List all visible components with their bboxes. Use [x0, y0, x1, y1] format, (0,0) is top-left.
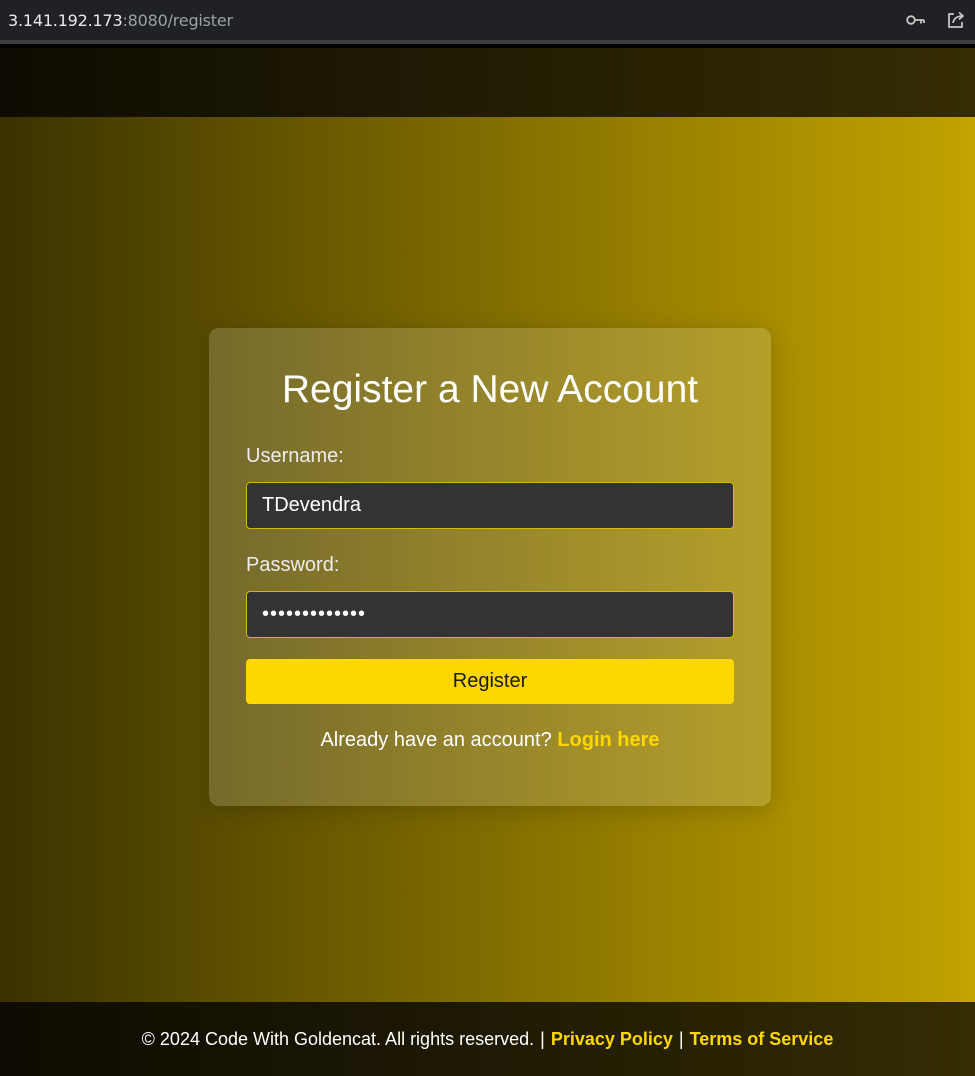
privacy-policy-link[interactable]: Privacy Policy [551, 1029, 673, 1050]
browser-actions [905, 9, 967, 31]
url-path: :8080/register [122, 10, 233, 30]
register-card: Register a New Account Username: TDevend… [209, 328, 771, 806]
password-input[interactable]: ••••••••••••• [246, 591, 734, 638]
footer-separator: | [678, 1028, 684, 1049]
login-prompt-line: Already have an account? Login here [246, 728, 734, 752]
footer-separator: | [540, 1028, 545, 1049]
site-footer: © 2024 Code With Goldencat. All rights r… [0, 1002, 975, 1076]
url-host: 3.141.192.173 [8, 10, 123, 30]
page-title: Register a New Account [281, 368, 699, 411]
browser-address-bar: 3.141.192.173:8080/register [0, 0, 975, 44]
username-input[interactable]: TDevendra [246, 482, 734, 529]
footer-copyright: © 2024 Code With Goldencat. All rights r… [141, 1028, 535, 1049]
login-link[interactable]: Login here [557, 729, 659, 751]
key-icon[interactable] [905, 9, 927, 31]
share-icon[interactable] [945, 9, 967, 31]
terms-of-service-link[interactable]: Terms of Service [690, 1029, 834, 1050]
login-prompt-text: Already have an account? [320, 729, 552, 751]
main-content: Register a New Account Username: TDevend… [0, 117, 975, 1002]
username-label: Username: [246, 445, 344, 467]
url-field[interactable]: 3.141.192.173:8080/register [8, 11, 233, 30]
site-header [0, 48, 975, 117]
password-label: Password: [246, 554, 340, 576]
register-button[interactable]: Register [246, 659, 734, 704]
